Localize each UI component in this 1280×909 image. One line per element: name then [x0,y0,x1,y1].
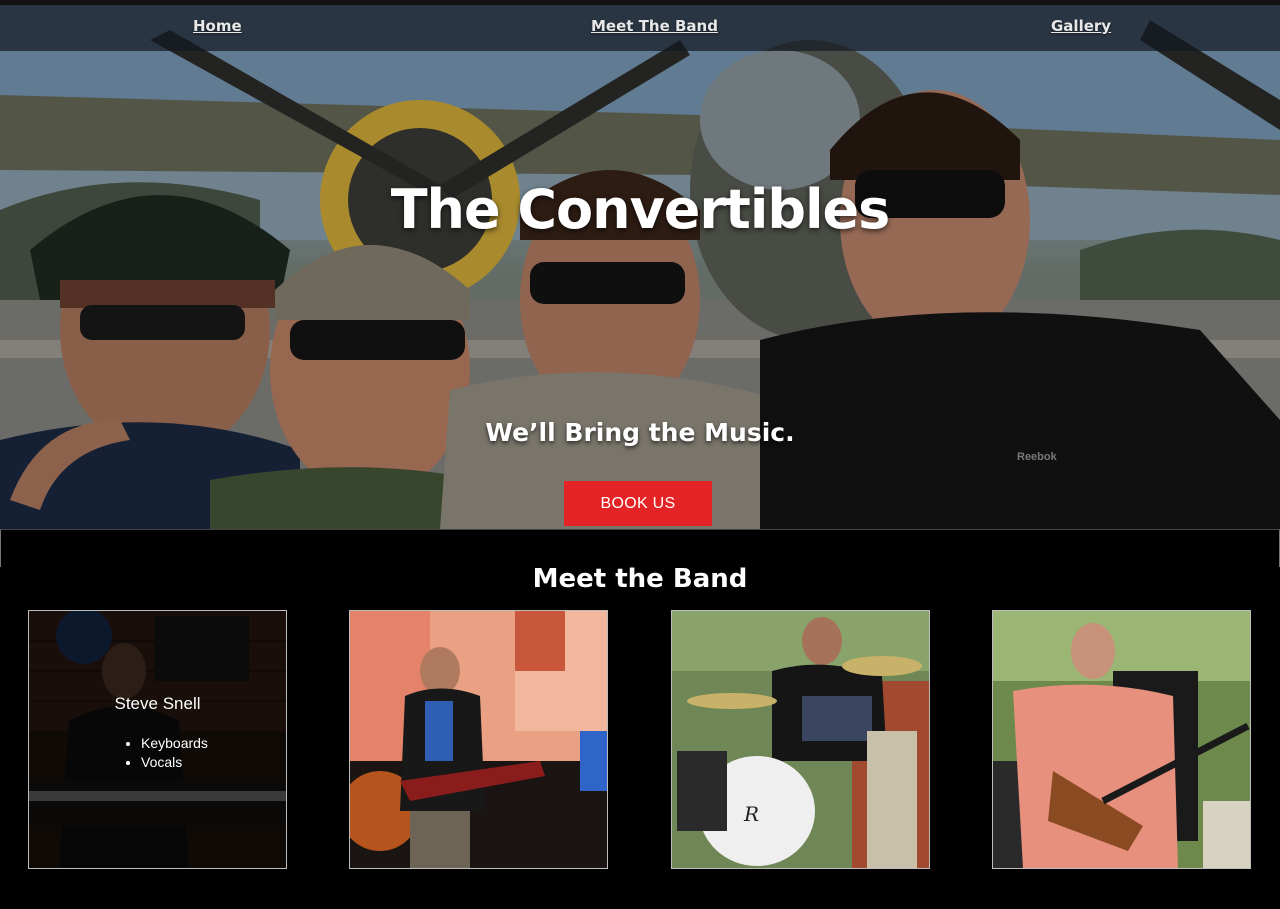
nav-link-gallery[interactable]: Gallery [1051,17,1111,35]
member-name: Steve Snell [114,694,201,713]
hero-tagline: We’ll Bring the Music. [485,418,795,447]
meet-the-band-heading: Meet the Band [532,564,748,594]
drummer-photo: R [672,611,929,868]
band-member-card-steve-snell[interactable]: Steve Snell Keyboards Vocals [28,610,287,869]
member-roles-list: Keyboards Vocals [141,734,208,772]
hero-banner: Reebok Home Meet The Band Gallery The Co… [0,0,1280,529]
member-role-item: Keyboards [141,734,208,753]
hero-title: The Convertibles [390,178,891,241]
member-info-overlay: Steve Snell Keyboards Vocals [29,611,286,868]
nav-link-meet-the-band[interactable]: Meet The Band [591,17,718,35]
drum-brand-text: R [743,802,759,826]
section-divider [0,529,1280,567]
hero-dark-overlay [0,0,1280,529]
nav-link-home[interactable]: Home [193,17,242,35]
book-us-button[interactable]: BOOK US [564,481,712,526]
band-member-card-4[interactable] [992,610,1251,869]
guitarist-photo [993,611,1250,868]
bassist-photo [350,611,607,868]
band-member-card-3[interactable]: R [671,610,930,869]
band-member-card-2[interactable] [349,610,608,869]
top-nav-bar: Home Meet The Band Gallery [0,0,1280,51]
member-role-item: Vocals [141,753,208,772]
